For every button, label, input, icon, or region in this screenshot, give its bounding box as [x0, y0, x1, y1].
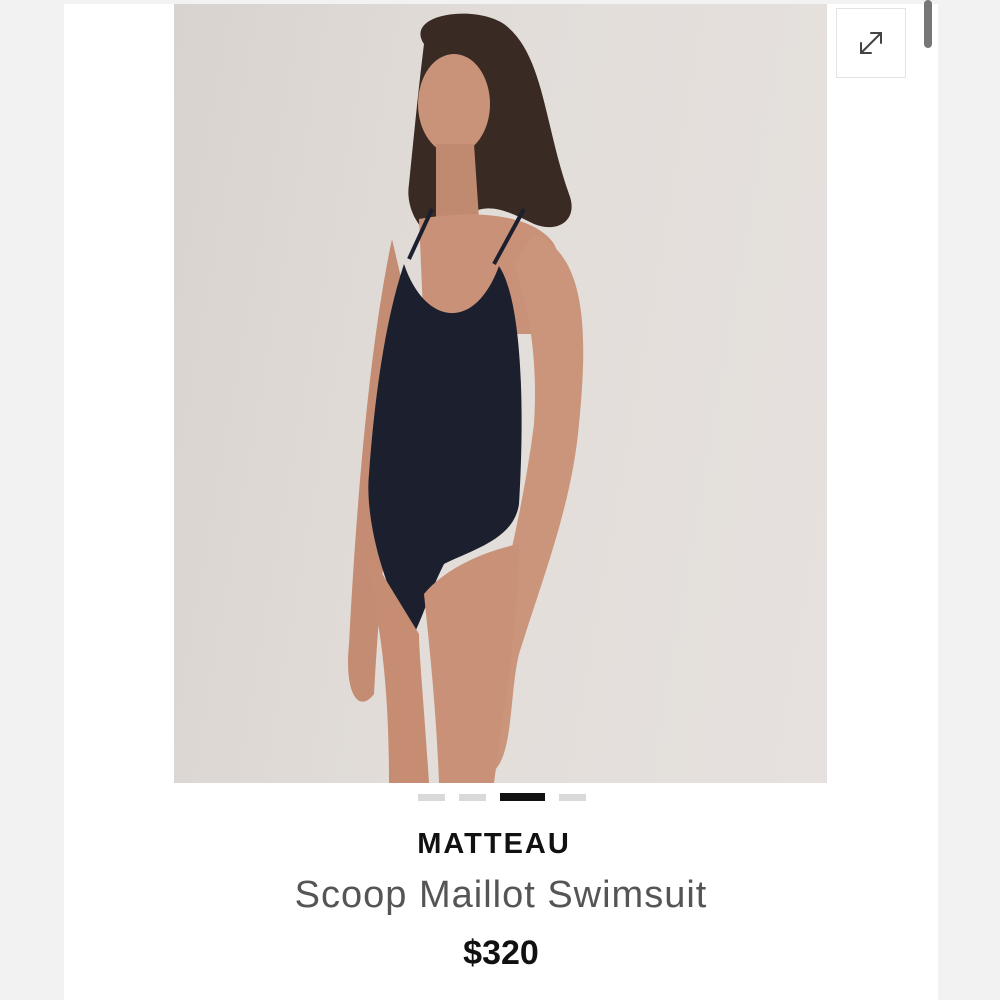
scrollbar-thumb[interactable]	[924, 0, 932, 48]
gallery-dot-3-active[interactable]	[500, 793, 545, 801]
brand-name[interactable]: MATTEAU	[0, 828, 1000, 861]
gallery-pagination	[418, 792, 586, 802]
product-title: Scoop Maillot Swimsuit	[294, 874, 708, 916]
expand-diagonal-arrows-icon	[860, 32, 882, 54]
product-image[interactable]	[174, 4, 827, 783]
gallery-dot-2[interactable]	[459, 793, 486, 801]
product-price: $320	[463, 934, 539, 972]
model-illustration	[348, 13, 584, 783]
gallery-dot-1[interactable]	[418, 793, 445, 801]
expand-image-button[interactable]	[836, 8, 906, 78]
gallery-dot-4[interactable]	[559, 793, 586, 801]
page-background: MATTEAU Scoop Maillot Swimsuit $320	[0, 0, 1000, 1000]
